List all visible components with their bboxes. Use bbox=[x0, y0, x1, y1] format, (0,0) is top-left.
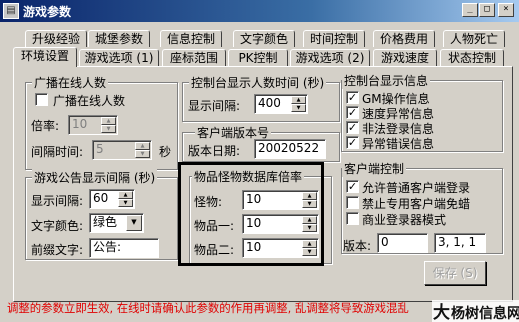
svg-text:杨树信息网: 杨树信息网 bbox=[451, 305, 519, 322]
tab-coordinate-range[interactable]: 座标范围 bbox=[162, 49, 226, 66]
rate-spinner[interactable]: ▲ ▼ bbox=[101, 117, 116, 133]
seconds-unit-label: 秒 bbox=[159, 145, 172, 159]
svg-text:大: 大 bbox=[433, 302, 450, 322]
announce-interval-input[interactable]: 60 ▲ ▼ bbox=[89, 189, 135, 209]
client-control-group: 客户端控制 ✓ 允许普通客户端登录 禁止专用客户端免蜡 商业登录器模式 版本: … bbox=[341, 160, 503, 254]
console-interval-input[interactable]: 400 ▲ ▼ bbox=[254, 94, 308, 114]
console-interval-spinner[interactable]: ▲ ▼ bbox=[291, 96, 306, 112]
client-version-input-2[interactable]: 3, 1, 1 bbox=[434, 233, 486, 253]
maximize-button[interactable]: □ bbox=[479, 3, 495, 17]
app-icon: ▤ bbox=[3, 3, 19, 19]
chevron-down-icon[interactable]: ▼ bbox=[126, 215, 142, 231]
client-version-input[interactable]: 0 bbox=[377, 233, 428, 253]
highlight-box bbox=[178, 162, 324, 266]
prefix-text-input[interactable]: 公告: bbox=[89, 238, 159, 258]
tab-time-control[interactable]: 时间控制 bbox=[303, 30, 365, 47]
tab-text-color[interactable]: 文字颜色 bbox=[233, 30, 295, 47]
interval-time-input[interactable]: 5 ▲ ▼ bbox=[92, 140, 152, 160]
notice-text: 调整的参数立即生效, 在线时请确认此参数的作用再调整, 乱调整将导致游戏混乱 bbox=[7, 301, 409, 315]
version-date-label: 版本日期: bbox=[188, 144, 241, 158]
minimize-button[interactable]: _ bbox=[462, 3, 478, 17]
prefix-text-label: 前缀文字: bbox=[31, 243, 84, 257]
broadcast-online-label: 广播在线人数 bbox=[53, 94, 126, 108]
allow-normal-client-label: 允许普通客户端登录 bbox=[362, 181, 471, 195]
console-count-group: 控制台显示人数时间 (秒) 显示间隔: 400 ▲ ▼ bbox=[182, 74, 340, 122]
console-interval-label: 显示间隔: bbox=[188, 99, 241, 113]
gm-ops-checkbox[interactable]: ✓ bbox=[346, 91, 359, 104]
tab-status-control[interactable]: 状态控制 bbox=[440, 49, 504, 66]
tab-game-options-1[interactable]: 游戏选项 (1) bbox=[79, 49, 159, 66]
client-version-group: 客户端版本号 版本日期: 20020522 bbox=[182, 124, 340, 162]
title-bar[interactable]: ▤ 游戏参数 _ □ × bbox=[0, 0, 519, 22]
error-info-label: 异常错误信息 bbox=[362, 137, 435, 151]
announce-interval-spinner[interactable]: ▲ ▼ bbox=[118, 191, 133, 207]
tab-character-death[interactable]: 人物死亡 bbox=[443, 30, 505, 47]
client-control-group-title: 客户端控制 bbox=[342, 160, 407, 177]
tab-game-options-2[interactable]: 游戏选项 (2) bbox=[290, 49, 370, 66]
allow-normal-client-checkbox[interactable]: ✓ bbox=[346, 180, 359, 193]
announce-interval-label: 显示间隔: bbox=[31, 194, 84, 208]
broadcast-online-checkbox[interactable] bbox=[35, 93, 48, 106]
tab-castle-params[interactable]: 城堡参数 bbox=[88, 30, 150, 47]
save-button[interactable]: 保存 (S) bbox=[424, 261, 486, 285]
error-info-checkbox[interactable]: ✓ bbox=[346, 136, 359, 149]
tab-pk-control[interactable]: PK控制 bbox=[228, 49, 288, 66]
version-date-input[interactable]: 20020522 bbox=[254, 139, 326, 159]
tab-environment[interactable]: 环境设置 bbox=[13, 47, 77, 67]
tab-info-control[interactable]: 信息控制 bbox=[160, 30, 222, 47]
announce-group-title: 游戏公告显示间隔 (秒) bbox=[32, 169, 158, 186]
announce-group: 游戏公告显示间隔 (秒) 显示间隔: 60 ▲ ▼ 文字颜色: 绿色 ▼ 前缀文字… bbox=[25, 169, 178, 260]
close-button[interactable]: × bbox=[498, 3, 514, 17]
rate-value: 10 bbox=[72, 117, 88, 131]
tab-upgrade-exp[interactable]: 升级经验 bbox=[25, 30, 87, 47]
console-interval-value: 400 bbox=[258, 96, 281, 110]
business-login-label: 商业登录器模式 bbox=[362, 213, 447, 227]
announce-interval-value: 60 bbox=[93, 191, 109, 205]
watermark-logo: 大 杨树信息网 bbox=[432, 300, 519, 322]
illegal-login-checkbox[interactable]: ✓ bbox=[346, 121, 359, 134]
broadcast-online-group-title: 广播在线人数 bbox=[32, 74, 109, 91]
console-info-group-title: 控制台显示信息 bbox=[342, 72, 431, 89]
tab-price-fee[interactable]: 价格费用 bbox=[373, 30, 435, 47]
console-count-group-title: 控制台显示人数时间 (秒) bbox=[189, 74, 327, 91]
rate-label: 倍率: bbox=[31, 119, 60, 133]
speed-abnormal-checkbox[interactable]: ✓ bbox=[346, 106, 359, 119]
window-title: 游戏参数 bbox=[23, 5, 72, 19]
interval-time-label: 间隔时间: bbox=[31, 145, 84, 159]
interval-time-value: 5 bbox=[96, 142, 104, 156]
client-version-label: 版本: bbox=[343, 239, 372, 253]
console-info-group: 控制台显示信息 ✓ GM操作信息 ✓ 速度异常信息 ✓ 非法登录信息 ✓ 异常错… bbox=[341, 72, 503, 152]
broadcast-online-group: 广播在线人数 广播在线人数 倍率: 10 ▲ ▼ 间隔时间: 5 ▲ ▼ 秒 bbox=[25, 74, 178, 170]
forbid-dedicated-client-checkbox[interactable] bbox=[346, 196, 359, 209]
forbid-dedicated-client-label: 禁止专用客户端免蜡 bbox=[362, 197, 471, 211]
interval-time-spinner[interactable]: ▲ ▼ bbox=[135, 142, 150, 158]
rate-input[interactable]: 10 ▲ ▼ bbox=[68, 115, 118, 135]
text-color-value: 绿色 bbox=[93, 215, 118, 229]
business-login-checkbox[interactable] bbox=[346, 212, 359, 225]
text-color-select[interactable]: 绿色 ▼ bbox=[89, 213, 144, 233]
text-color-label: 文字颜色: bbox=[31, 219, 84, 233]
tab-game-speed[interactable]: 游戏速度 bbox=[373, 49, 437, 66]
